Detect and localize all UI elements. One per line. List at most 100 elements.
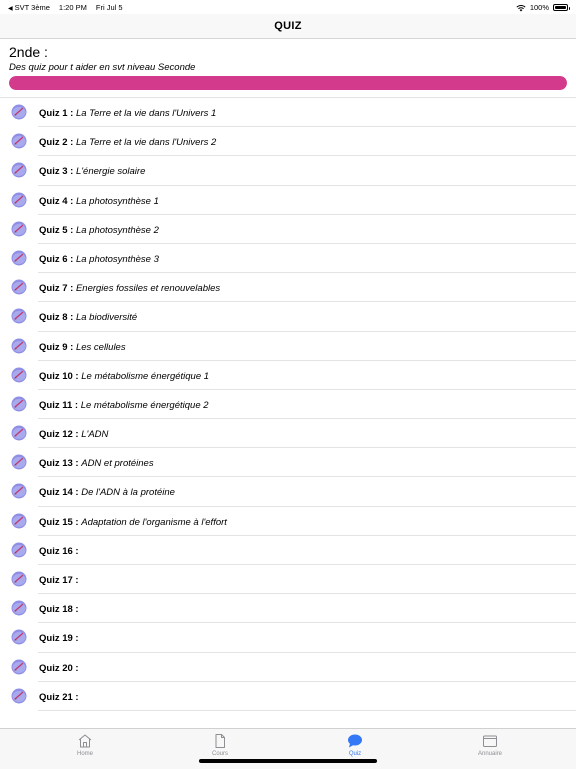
- quiz-title: Le métabolisme énergétique 1: [81, 370, 210, 382]
- home-icon: [78, 734, 92, 748]
- back-to-app-link[interactable]: ◀ SVT 3ème: [8, 3, 50, 12]
- quiz-label: Quiz 5 : La photosynthèse 2: [39, 225, 159, 236]
- quiz-label: Quiz 6 : La photosynthèse 3: [39, 254, 159, 265]
- quiz-icon: [11, 221, 27, 237]
- quiz-list-item[interactable]: Quiz 21 :: [0, 682, 576, 712]
- quiz-label: Quiz 21 :: [39, 692, 79, 703]
- quiz-label: Quiz 15 : Adaptation de l'organisme à l'…: [39, 517, 227, 528]
- tab-annuaire[interactable]: Annuaire: [450, 733, 530, 757]
- quiz-list-item[interactable]: Quiz 11 : Le métabolisme énergétique 2: [0, 390, 576, 420]
- quiz-number: Quiz 13 :: [39, 458, 79, 470]
- quiz-icon: [11, 571, 27, 587]
- quiz-title: La biodiversité: [75, 312, 138, 324]
- quiz-label: Quiz 12 : L'ADN: [39, 429, 108, 440]
- quiz-label: Quiz 10 : Le métabolisme énergétique 1: [39, 371, 209, 382]
- quiz-list-item[interactable]: Quiz 20 :: [0, 653, 576, 682]
- quiz-label: Quiz 9 : Les cellules: [39, 342, 126, 353]
- quiz-label: Quiz 20 :: [39, 663, 79, 674]
- quiz-number: Quiz 11 :: [39, 399, 79, 411]
- tab-home[interactable]: Home: [45, 733, 125, 757]
- quiz-list-item[interactable]: Quiz 2 : La Terre et la vie dans l'Unive…: [0, 127, 576, 157]
- quiz-list-item[interactable]: Quiz 13 : ADN et protéines: [0, 448, 576, 478]
- quiz-label: Quiz 13 : ADN et protéines: [39, 458, 154, 469]
- quiz-icon: [11, 454, 27, 470]
- quiz-label: Quiz 17 :: [39, 575, 79, 586]
- quiz-number: Quiz 8 :: [39, 312, 74, 324]
- quiz-label: Quiz 3 : L'énergie solaire: [39, 166, 145, 177]
- quiz-number: Quiz 16 :: [39, 545, 79, 557]
- quiz-list-item[interactable]: Quiz 12 : L'ADN: [0, 419, 576, 449]
- quiz-list-item[interactable]: Quiz 15 : Adaptation de l'organisme à l'…: [0, 507, 576, 537]
- quiz-number: Quiz 20 :: [39, 662, 79, 674]
- level-description: Des quiz pour t aider en svt niveau Seco…: [9, 62, 196, 73]
- quiz-list-item[interactable]: Quiz 8 : La biodiversité: [0, 302, 576, 332]
- quiz-number: Quiz 4 :: [39, 195, 74, 207]
- quiz-list-item[interactable]: Quiz 4 : La photosynthèse 1: [0, 186, 576, 215]
- status-date: Fri Jul 5: [95, 3, 123, 12]
- quiz-icon: [11, 600, 27, 616]
- quiz-list: Quiz 1 : La Terre et la vie dans l'Unive…: [0, 98, 576, 712]
- quiz-title: L'ADN: [81, 429, 109, 441]
- level-title: 2nde :: [9, 44, 48, 60]
- quiz-list-item[interactable]: Quiz 16 :: [0, 536, 576, 566]
- quiz-number: Quiz 9 :: [39, 341, 74, 353]
- quiz-label: Quiz 4 : La photosynthèse 1: [39, 196, 159, 207]
- quiz-icon: [11, 396, 27, 412]
- quiz-number: Quiz 21 :: [39, 691, 79, 703]
- quiz-icon: [11, 542, 27, 558]
- quiz-list-item[interactable]: Quiz 9 : Les cellules: [0, 332, 576, 361]
- quiz-list-item[interactable]: Quiz 18 :: [0, 594, 576, 624]
- quiz-label: Quiz 18 :: [39, 604, 79, 615]
- quiz-list-item[interactable]: Quiz 17 :: [0, 565, 576, 595]
- quiz-title: La photosynthèse 2: [75, 224, 159, 236]
- progress-bar-fill: [9, 76, 567, 90]
- tab-quiz[interactable]: Quiz: [315, 733, 395, 757]
- battery-percent: 100%: [529, 3, 549, 12]
- quiz-list-item[interactable]: Quiz 5 : La photosynthèse 2: [0, 215, 576, 245]
- quiz-title: La Terre et la vie dans l'Univers 1: [75, 108, 217, 119]
- quiz-number: Quiz 18 :: [39, 604, 79, 616]
- quiz-title: Adaptation de l'organisme à l'effort: [81, 516, 227, 528]
- progress-bar: [9, 76, 567, 90]
- quiz-number: Quiz 7 :: [39, 283, 74, 295]
- quiz-list-item[interactable]: Quiz 3 : L'énergie solaire: [0, 156, 576, 186]
- home-indicator: [199, 759, 377, 763]
- quiz-number: Quiz 2 :: [39, 137, 74, 149]
- quiz-list-item[interactable]: Quiz 6 : La photosynthèse 3: [0, 244, 576, 274]
- tab-label: Quiz: [348, 751, 362, 757]
- status-bar: ◀ SVT 3ème 1:20 PM Fri Jul 5 100%: [0, 0, 576, 14]
- tab-cours[interactable]: Cours: [180, 733, 260, 757]
- quiz-number: Quiz 17 :: [39, 575, 79, 586]
- quiz-icon: [11, 688, 27, 704]
- document-icon: [215, 734, 225, 748]
- tab-label: Cours: [211, 751, 228, 757]
- quiz-list-item[interactable]: Quiz 1 : La Terre et la vie dans l'Unive…: [0, 98, 576, 128]
- quiz-title: De l'ADN à la protéine: [81, 487, 175, 499]
- quiz-label: Quiz 2 : La Terre et la vie dans l'Unive…: [39, 137, 216, 148]
- quiz-list-item[interactable]: Quiz 19 :: [0, 623, 576, 653]
- quiz-icon: [11, 513, 27, 529]
- quiz-number: Quiz 6 :: [39, 253, 74, 265]
- navigation-bar: QUIZ: [0, 14, 576, 39]
- quiz-icon: [11, 162, 27, 178]
- quiz-list-item[interactable]: Quiz 14 : De l'ADN à la protéine: [0, 477, 576, 507]
- quiz-list-item[interactable]: Quiz 10 : Le métabolisme énergétique 1: [0, 361, 576, 391]
- quiz-list-item[interactable]: Quiz 7 : Energies fossiles et renouvelab…: [0, 273, 576, 303]
- quiz-label: Quiz 8 : La biodiversité: [39, 312, 137, 323]
- quiz-icon: [11, 629, 27, 645]
- quiz-label: Quiz 14 : De l'ADN à la protéine: [39, 487, 175, 498]
- quiz-icon: [11, 279, 27, 295]
- quiz-icon: [11, 308, 27, 324]
- quiz-icon: [11, 250, 27, 266]
- page-title: QUIZ: [274, 20, 302, 32]
- quiz-icon: [11, 104, 27, 120]
- quiz-title: ADN et protéines: [81, 458, 154, 470]
- quiz-label: Quiz 16 :: [39, 546, 79, 557]
- quiz-icon: [11, 483, 27, 499]
- quiz-icon: [11, 192, 27, 208]
- quiz-label: Quiz 19 :: [39, 633, 79, 644]
- quiz-icon: [11, 367, 27, 383]
- quiz-icon: [11, 133, 27, 149]
- chat-bubble-icon: [348, 734, 362, 748]
- quiz-number: Quiz 1 :: [39, 108, 74, 119]
